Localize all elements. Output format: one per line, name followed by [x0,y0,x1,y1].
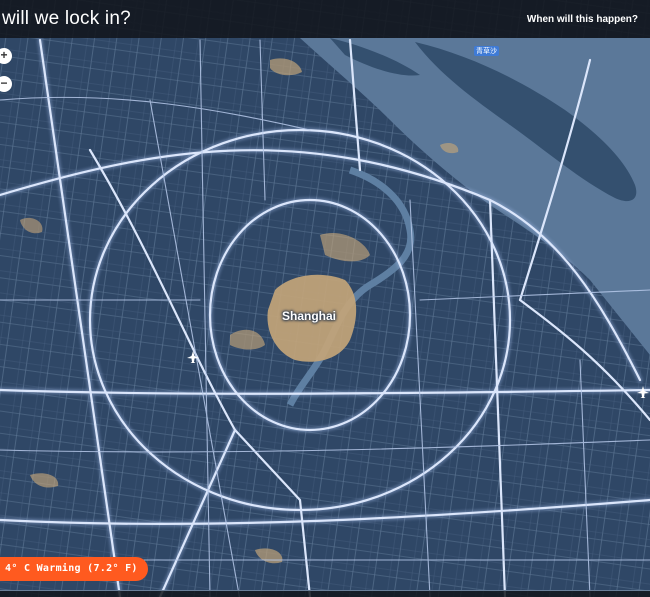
city-label-shanghai[interactable]: Shanghai [282,309,336,323]
top-bar: will we lock in? When will this happen? [0,0,650,38]
island-label: 青草沙 [474,46,499,56]
map-canvas[interactable] [0,0,650,597]
bottom-rule [0,590,650,591]
when-will-this-happen-link[interactable]: When will this happen? [527,14,638,25]
bottom-bar [0,590,650,597]
zoom-out-icon: − [0,76,8,90]
headline: will we lock in? [2,8,131,29]
warming-scenario-badge[interactable]: 4° C Warming (7.2° F) [0,557,148,581]
zoom-in-icon: + [0,48,8,62]
